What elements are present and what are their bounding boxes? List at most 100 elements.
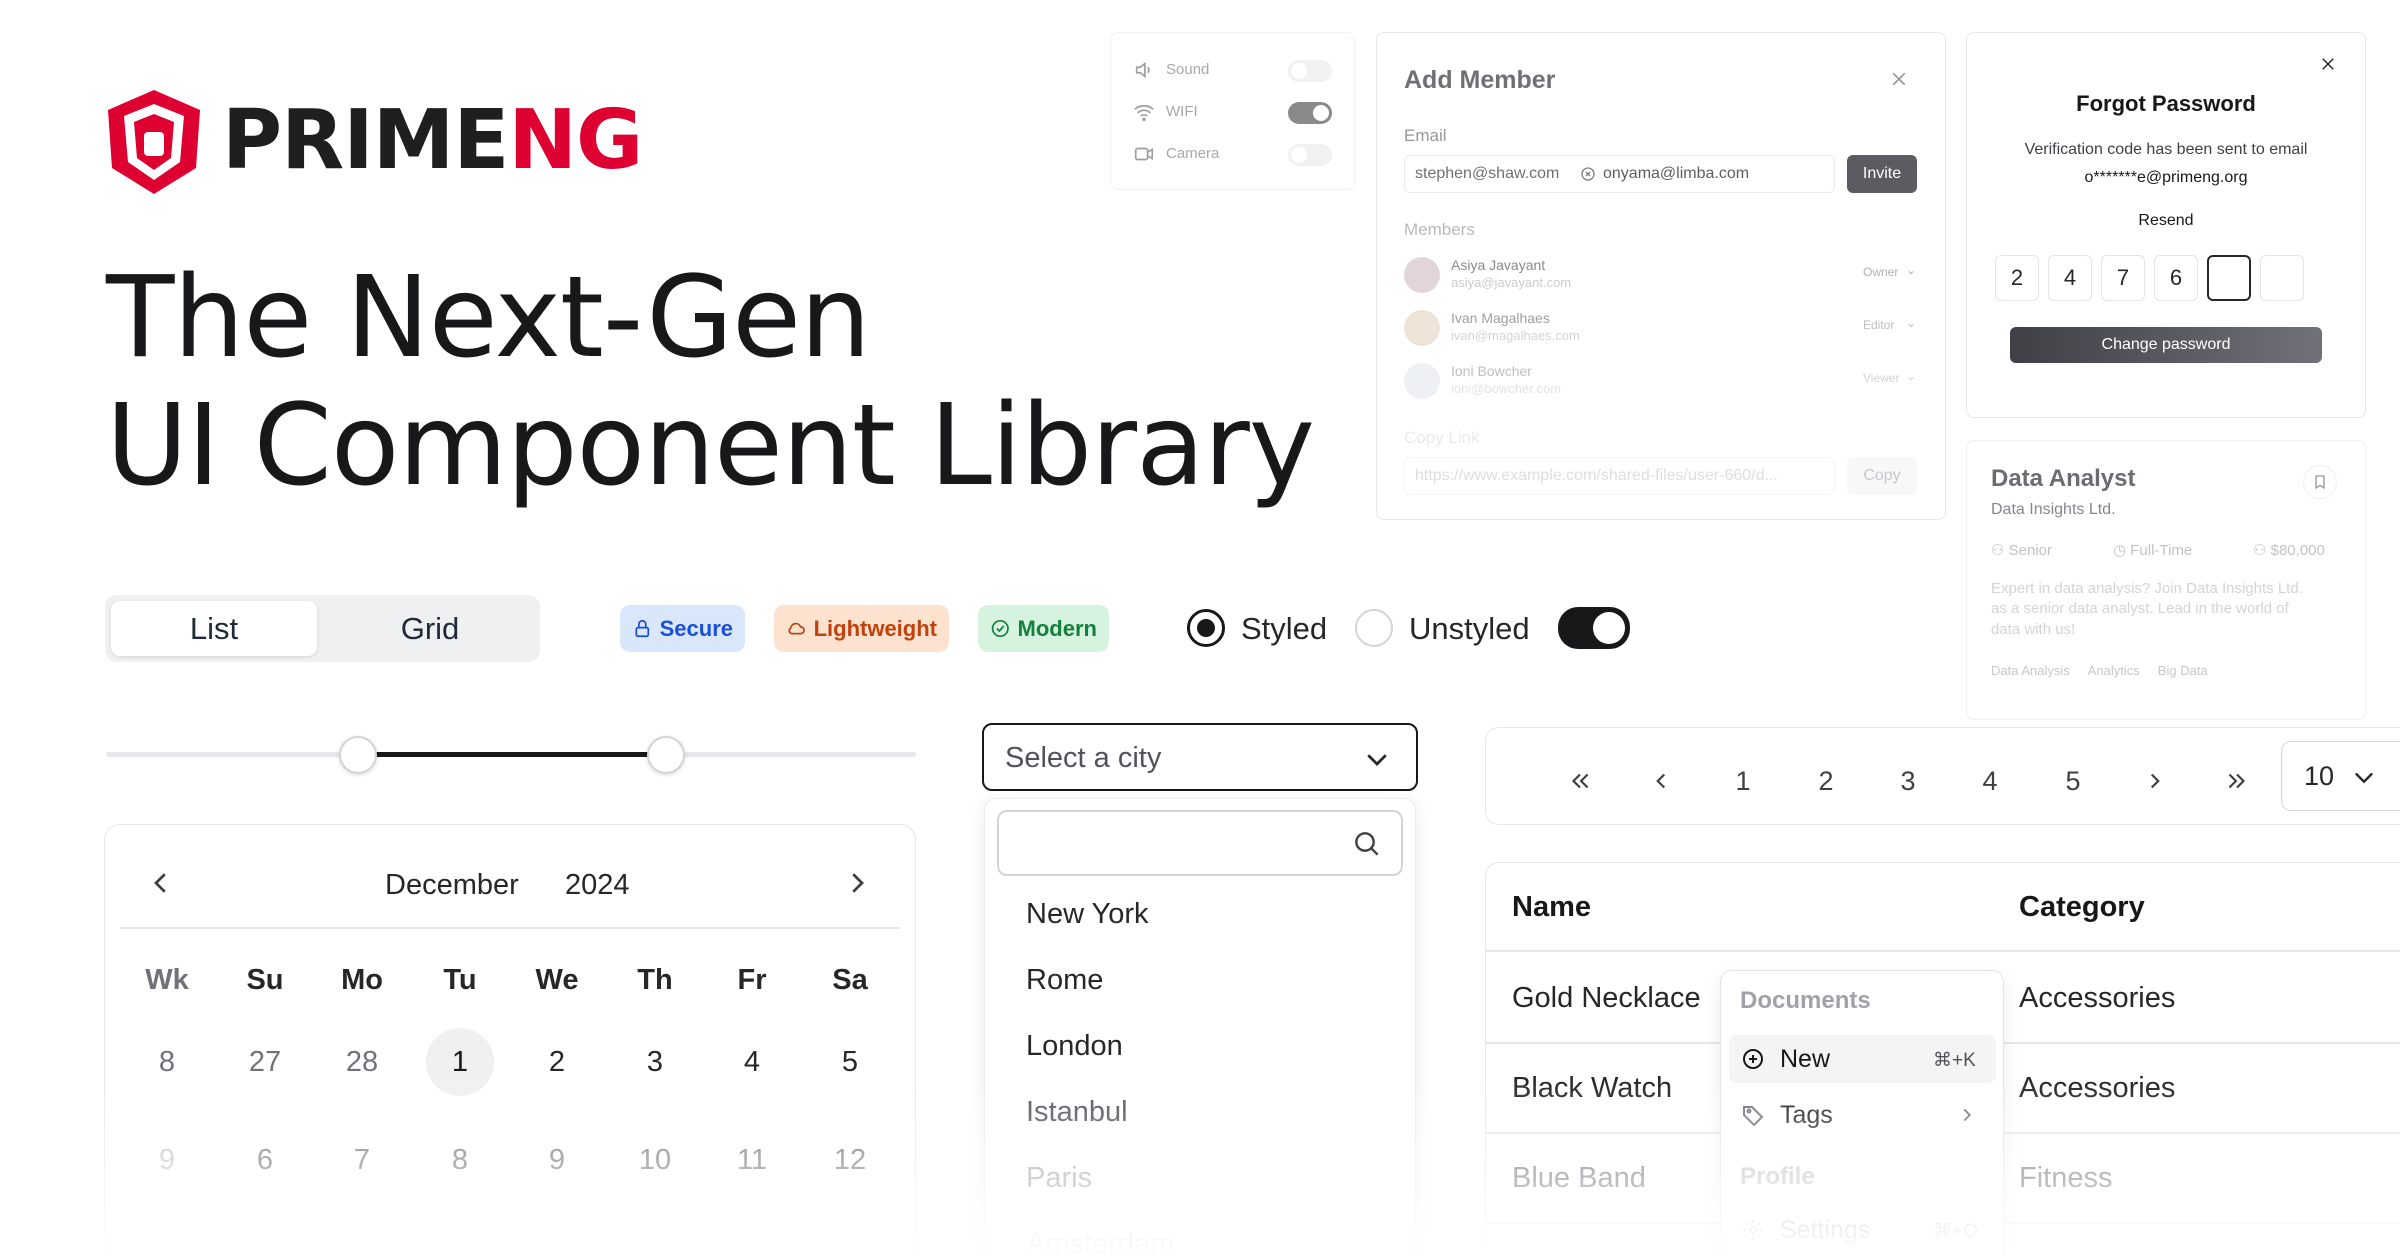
otp-digit-input[interactable]: 6: [2154, 255, 2198, 301]
otp-digit-input[interactable]: 2: [1995, 255, 2039, 301]
rows-per-page-select[interactable]: 10: [2281, 741, 2400, 811]
chevron-down-icon: [1367, 754, 1387, 766]
calendar-day[interactable]: 4: [718, 1028, 786, 1096]
table-cell-name: Blue Band: [1512, 1162, 1646, 1194]
job-level: ⚇ Senior: [1991, 541, 2052, 559]
paginator: [1485, 727, 2400, 825]
slider-thumb-max[interactable]: [647, 736, 685, 774]
radio-styled[interactable]: [1187, 609, 1225, 647]
style-switch[interactable]: [1558, 607, 1630, 649]
cloud-icon: [788, 622, 805, 635]
table-cell-category: Accessories: [2019, 1072, 2176, 1104]
calendar-day[interactable]: 12: [816, 1126, 884, 1194]
close-icon[interactable]: [1889, 69, 1909, 89]
setting-wifi-toggle[interactable]: [1288, 102, 1332, 124]
paginator-page[interactable]: 4: [1965, 756, 2015, 806]
share-link-value: https://www.example.com/shared-files/use…: [1415, 467, 1778, 484]
view-list-button[interactable]: List: [111, 601, 317, 656]
chip-remove-icon[interactable]: [1580, 166, 1596, 182]
tag-modern-label: Modern: [1017, 615, 1097, 641]
calendar-day[interactable]: 11: [718, 1126, 786, 1194]
paginator-page[interactable]: 1: [1718, 756, 1768, 806]
radio-unstyled[interactable]: [1355, 609, 1393, 647]
job-chip: Analytics: [2087, 663, 2140, 678]
paginator-page[interactable]: 5: [2048, 756, 2098, 806]
menu-item-settings[interactable]: Settings ⌘+O: [1729, 1206, 1996, 1254]
invite-button[interactable]: Invite: [1847, 155, 1917, 193]
video-icon: [1133, 143, 1155, 170]
chevron-right-icon: [1963, 1108, 1972, 1122]
calendar-day[interactable]: 1: [426, 1028, 494, 1096]
menu-item-tags[interactable]: Tags: [1729, 1091, 1996, 1139]
copy-button[interactable]: Copy: [1847, 457, 1917, 495]
otp-digit-input[interactable]: 7: [2101, 255, 2145, 301]
resend-link[interactable]: Resend: [1967, 212, 2365, 230]
calendar-day[interactable]: 3: [621, 1028, 689, 1096]
member-role-select[interactable]: Editor: [1863, 318, 1894, 332]
city-search-input[interactable]: [997, 810, 1403, 876]
close-icon[interactable]: [2319, 55, 2337, 73]
calendar-day[interactable]: 7: [328, 1126, 396, 1194]
brand-wordmark: PRIMENG: [222, 100, 643, 182]
calendar-day[interactable]: 8: [426, 1126, 494, 1194]
avatar: [1404, 363, 1440, 399]
paginator-page[interactable]: 3: [1883, 756, 1933, 806]
view-grid-button[interactable]: Grid: [327, 601, 533, 656]
rows-per-page-value: 10: [2304, 761, 2335, 791]
chevron-down-icon: ⌄: [1906, 316, 1917, 330]
calendar-day[interactable]: 6: [231, 1126, 299, 1194]
masked-email: o*******e@primeng.org: [2084, 169, 2248, 186]
city-option[interactable]: London: [1026, 1030, 1123, 1063]
paginator-last-button[interactable]: [2212, 756, 2262, 806]
share-link-input[interactable]: https://www.example.com/shared-files/use…: [1404, 457, 1835, 495]
paginator-first-button[interactable]: [1555, 756, 1605, 806]
member-row: Ioni Bowcher ioni@bowcher.com Viewer ⌄: [1404, 361, 1920, 401]
calendar-month[interactable]: December: [385, 869, 519, 902]
tag-secure: Secure: [620, 605, 745, 652]
calendar-day[interactable]: 5: [816, 1028, 884, 1096]
search-icon: [1355, 832, 1379, 856]
device-settings-panel: Sound WIFI Camera: [1110, 32, 1355, 190]
calendar-year[interactable]: 2024: [565, 869, 630, 902]
calendar-prev-button[interactable]: [146, 868, 176, 903]
table-header-category[interactable]: Category: [2019, 891, 2145, 924]
calendar-weekday-header: Fr: [737, 963, 767, 996]
calendar-day[interactable]: 27: [231, 1028, 299, 1096]
bookmark-icon: [2315, 475, 2325, 490]
city-option[interactable]: New York: [1026, 898, 1149, 931]
city-option[interactable]: Rome: [1026, 964, 1103, 997]
paginator-next-button[interactable]: [2130, 756, 2180, 806]
member-name: Ioni Bowcher: [1451, 363, 1532, 379]
city-option[interactable]: Amsterdam: [1026, 1228, 1174, 1260]
member-role-select[interactable]: Viewer: [1863, 371, 1899, 385]
clock-icon: ◷: [2113, 542, 2131, 559]
otp-digit-input[interactable]: [2260, 255, 2304, 301]
calendar-day[interactable]: 9: [523, 1126, 591, 1194]
change-password-button[interactable]: Change password: [2010, 327, 2322, 363]
menu-item-new[interactable]: New ⌘+K: [1729, 1035, 1996, 1083]
city-option[interactable]: Paris: [1026, 1162, 1092, 1195]
bookmark-button[interactable]: [2303, 465, 2337, 499]
city-option[interactable]: Istanbul: [1026, 1096, 1128, 1129]
calendar-day[interactable]: 2: [523, 1028, 591, 1096]
otp-digit-input[interactable]: 4: [2048, 255, 2092, 301]
radio-unstyled-label: Unstyled: [1409, 611, 1530, 646]
calendar-next-button[interactable]: [842, 868, 872, 903]
tag-modern: Modern: [978, 605, 1109, 652]
calendar-day[interactable]: 28: [328, 1028, 396, 1096]
slider-thumb-min[interactable]: [339, 736, 377, 774]
paginator-prev-button[interactable]: [1636, 756, 1686, 806]
calendar-week-header: Wk: [145, 963, 189, 996]
city-select[interactable]: Select a city: [982, 723, 1418, 791]
setting-camera-toggle[interactable]: [1288, 144, 1332, 166]
add-member-title: Add Member: [1404, 66, 1556, 94]
email-input[interactable]: stephen@shaw.com onyama@limba.com: [1404, 155, 1835, 193]
otp-digit-input[interactable]: [2207, 255, 2251, 301]
paginator-page[interactable]: 2: [1801, 756, 1851, 806]
calendar-day[interactable]: 10: [621, 1126, 689, 1194]
menu-item-new-label: New: [1780, 1045, 1831, 1073]
table-header-name[interactable]: Name: [1512, 891, 1591, 924]
setting-sound-toggle[interactable]: [1288, 60, 1332, 82]
chevron-left-icon: [154, 873, 166, 893]
member-role-select[interactable]: Owner: [1863, 265, 1898, 279]
